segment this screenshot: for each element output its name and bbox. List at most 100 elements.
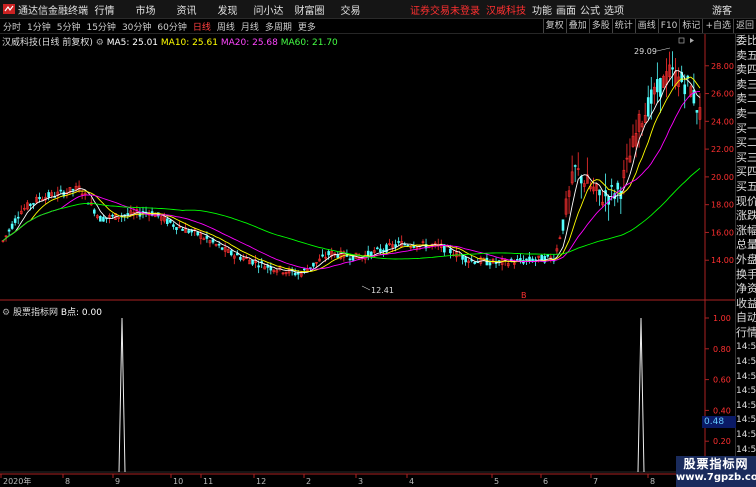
stats-button[interactable]: 统计	[611, 19, 635, 33]
ma5-line	[2, 70, 701, 274]
zoom-icon[interactable]	[678, 37, 685, 44]
candle-body	[293, 272, 297, 276]
side-panel-item: 收益	[736, 296, 756, 310]
period-bar: 分时 1分钟 5分钟 15分钟 30分钟 60分钟 日线 周线 月线 多周期 更…	[0, 19, 756, 34]
candle-body	[509, 258, 513, 262]
candle-body	[503, 258, 507, 262]
overlay-button[interactable]: 叠加	[565, 19, 589, 33]
menu-item-market[interactable]: 市场	[125, 2, 166, 17]
period-tab-1min[interactable]: 1分钟	[27, 20, 51, 33]
menu-item-function[interactable]: 功能	[530, 2, 554, 17]
menu-item-screen[interactable]: 画面	[554, 2, 578, 17]
candle-body	[543, 256, 547, 263]
menu-item-formula[interactable]: 公式	[578, 2, 602, 17]
period-tab-monthly[interactable]: 月线	[241, 20, 259, 33]
candle-body	[239, 256, 242, 260]
candle-body	[695, 110, 699, 113]
candle-body	[583, 183, 586, 187]
candle-body	[56, 191, 60, 197]
watermark: 股票指标网 www.7gpzb.com	[676, 456, 756, 487]
candle-body	[172, 224, 175, 227]
candle-body	[245, 257, 248, 260]
candle-body	[275, 270, 279, 273]
add-watchlist-button[interactable]: +自选	[702, 19, 733, 33]
candle-body	[345, 254, 349, 257]
candle-body	[698, 107, 702, 120]
menu-item-news[interactable]: 资讯	[166, 2, 207, 17]
period-tab-intraday[interactable]: 分时	[3, 20, 21, 33]
candle-body	[446, 245, 449, 248]
candle-body	[248, 259, 251, 265]
candle-body	[74, 185, 78, 190]
candle-body	[175, 227, 178, 230]
candle-body	[266, 265, 270, 268]
menu-item-trade[interactable]: 交易	[330, 2, 371, 17]
menu-item-discover[interactable]: 发现	[207, 2, 248, 17]
candle-body	[433, 242, 437, 245]
candle-body	[278, 265, 282, 270]
draw-line-button[interactable]: 画线	[634, 19, 658, 33]
mark-button[interactable]: 标记	[679, 19, 702, 33]
candle-body	[646, 97, 650, 117]
candle-body	[108, 215, 111, 218]
indicator-title: 股票指标网	[12, 308, 58, 318]
toolbar-right: 复权 叠加 多股 统计 画线 F10 标记 +自选 返回	[542, 19, 756, 33]
period-tab-5min[interactable]: 5分钟	[57, 20, 81, 33]
legend-ma5: MA5: 25.01	[106, 38, 159, 48]
side-panel-item: 14:50	[736, 415, 756, 426]
candle-body	[254, 260, 257, 263]
legend-ma60: MA60: 21.70	[280, 38, 338, 48]
candle-body	[595, 183, 598, 191]
f10-button[interactable]: F10	[657, 19, 680, 33]
guest-label[interactable]: 游客	[712, 2, 732, 17]
candle-body	[677, 76, 680, 87]
candle-body	[464, 256, 467, 263]
back-button[interactable]: 返回	[732, 19, 756, 33]
candle-body	[567, 190, 571, 197]
menu-item-ask[interactable]: 问小达	[248, 2, 289, 17]
menu-item-quotes[interactable]: 行情	[84, 2, 125, 17]
candle-body	[409, 246, 413, 249]
candle-body	[26, 202, 29, 210]
side-panel-item: 涨幅	[736, 223, 756, 237]
side-panel-item: 净资	[736, 282, 756, 296]
login-alert[interactable]: 证券交易未登录 汉威科技	[410, 2, 526, 17]
candle-body	[640, 123, 644, 128]
adjust-button[interactable]: 复权	[542, 19, 566, 33]
candle-body	[187, 230, 190, 233]
candle-body	[665, 71, 668, 86]
candle-body	[656, 79, 659, 93]
period-tab-more[interactable]: 更多	[298, 20, 316, 33]
period-tab-60min[interactable]: 60分钟	[157, 20, 186, 33]
multi-stock-button[interactable]: 多股	[588, 19, 612, 33]
side-panel-item: 14:50	[736, 342, 756, 353]
menu-item-wealth[interactable]: 财富圈	[289, 2, 330, 17]
b-point-spike	[118, 317, 126, 473]
menu-item-options[interactable]: 选项	[602, 2, 626, 17]
play-icon[interactable]	[690, 38, 694, 43]
period-tab-multi[interactable]: 多周期	[265, 20, 292, 33]
candle-body	[467, 260, 470, 263]
b-marker: B	[521, 291, 527, 300]
candle-body	[284, 271, 288, 275]
period-tab-weekly[interactable]: 周线	[217, 20, 235, 33]
indicator-settings-icon[interactable]: ⚙	[2, 308, 10, 318]
candle-body	[351, 254, 355, 261]
side-panel-item: 14:50	[736, 386, 756, 397]
candle-body	[592, 186, 595, 192]
candle-body	[144, 211, 148, 214]
candle-body	[32, 203, 35, 205]
candle-body	[488, 262, 492, 266]
settings-icon[interactable]: ⚙	[96, 38, 104, 48]
x-axis-label: 10	[173, 477, 183, 486]
candle-body	[537, 255, 540, 258]
candle-body	[83, 192, 87, 195]
candle-body	[491, 258, 495, 264]
candle-body	[309, 267, 312, 269]
candle-body	[631, 135, 635, 147]
kline-chart[interactable]: 28.00 26.00 24.00 22.00 20.00 18.00 16.00 14.00…	[0, 0, 735, 487]
period-tab-15min[interactable]: 15分钟	[86, 20, 115, 33]
candle-body	[321, 254, 324, 257]
period-tab-30min[interactable]: 30分钟	[122, 20, 151, 33]
period-tab-daily[interactable]: 日线	[193, 20, 211, 33]
